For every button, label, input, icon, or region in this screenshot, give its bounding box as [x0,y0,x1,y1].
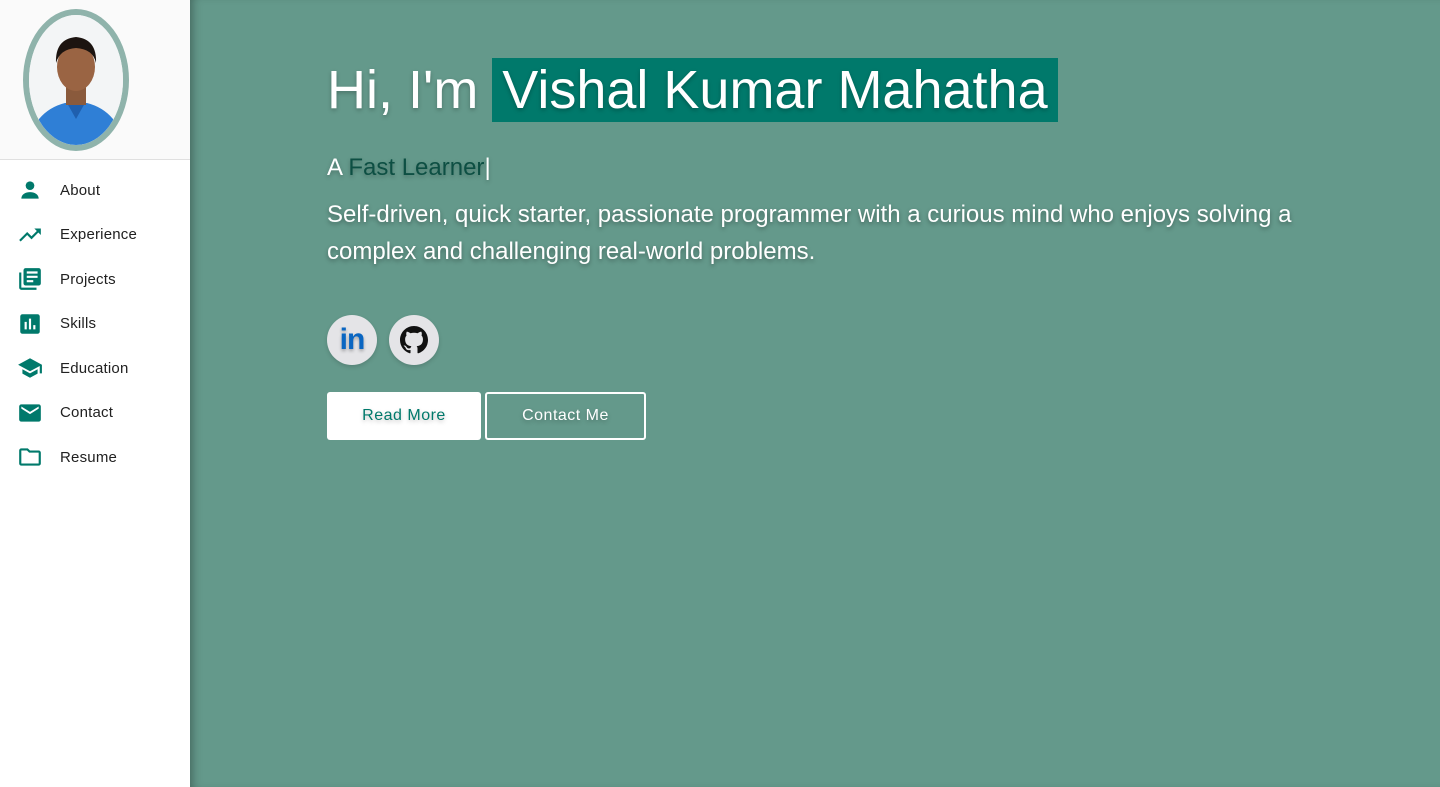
typed-tagline: A Fast Learner| [327,154,1327,182]
cta-buttons: Read More Contact Me [327,392,1327,440]
sidebar-item-label: About [60,181,101,199]
tagline-prefix: A [327,154,342,181]
linkedin-link[interactable]: in [327,315,377,365]
github-link[interactable] [389,315,439,365]
sidebar-item-label: Contact [60,404,114,422]
name-highlight: Vishal Kumar Mahatha [492,58,1058,122]
github-icon [400,326,428,354]
profile-photo [28,14,123,145]
folder-icon [17,444,43,470]
bar-chart-icon [17,311,43,337]
mail-icon [17,400,43,426]
sidebar-item-label: Education [60,359,129,377]
hero-section: Hi, I'm Vishal Kumar Mahatha A Fast Lear… [190,0,1440,787]
sidebar-item-projects[interactable]: Projects [0,257,190,302]
sidebar-item-about[interactable]: About [0,168,190,213]
bio-text: Self-driven, quick starter, passionate p… [327,201,1292,265]
sidebar-item-label: Resume [60,448,118,466]
sidebar-item-label: Experience [60,226,138,244]
graduation-cap-icon [17,355,43,381]
page-title: Hi, I'm Vishal Kumar Mahatha [327,58,1327,122]
sidebar-item-contact[interactable]: Contact [0,391,190,436]
sidebar-item-label: Skills [60,315,97,333]
library-books-icon [17,266,43,292]
sidebar-item-resume[interactable]: Resume [0,435,190,480]
trending-up-icon [17,222,43,248]
typing-cursor: | [484,154,491,181]
sidebar: About Experience Projects Skills Educati… [0,0,190,787]
sidebar-item-education[interactable]: Education [0,346,190,391]
tagline-role: Fast Learner [348,154,485,181]
sidebar-nav: About Experience Projects Skills Educati… [0,160,190,480]
sidebar-item-skills[interactable]: Skills [0,302,190,347]
read-more-button[interactable]: Read More [327,392,481,440]
hero-content: Hi, I'm Vishal Kumar Mahatha A Fast Lear… [327,58,1327,440]
social-links: in [327,315,1327,365]
person-icon [17,177,43,203]
greeting: Hi, I'm [327,60,479,120]
contact-me-button[interactable]: Contact Me [485,392,646,440]
sidebar-item-label: Projects [60,270,116,288]
sidebar-item-experience[interactable]: Experience [0,213,190,258]
avatar [22,8,129,151]
linkedin-icon: in [339,323,366,356]
profile-header [0,0,190,160]
